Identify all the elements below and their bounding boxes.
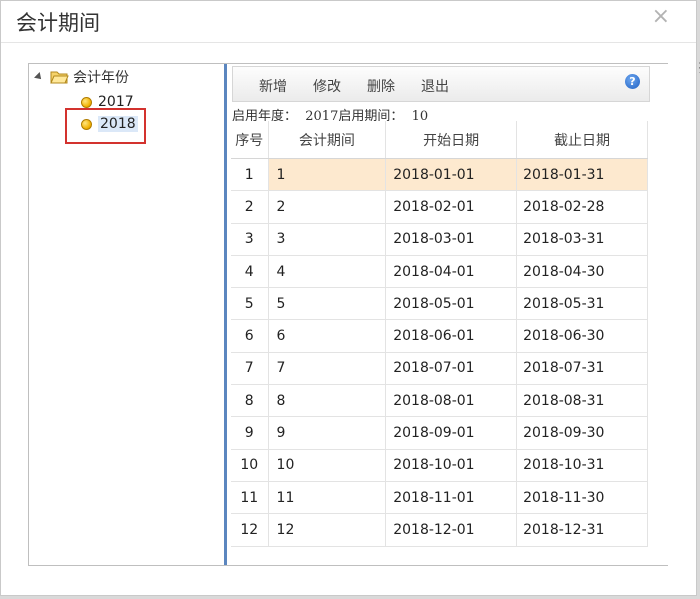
help-icon[interactable]: ? <box>625 74 640 89</box>
column-header-start-date[interactable]: 开始日期 <box>385 121 518 159</box>
cell-no: 4 <box>231 255 269 289</box>
cell-period: 8 <box>268 384 387 418</box>
cell-end-date: 2018-10-31 <box>516 449 648 482</box>
table-row[interactable]: 1 1 2018-01-01 2018-01-31 <box>231 158 648 192</box>
table-row[interactable]: 9 9 2018-09-01 2018-09-30 <box>231 416 648 450</box>
edit-button[interactable]: 修改 <box>313 76 341 96</box>
table-row[interactable]: 6 6 2018-06-01 2018-06-30 <box>231 319 648 353</box>
cell-no: 5 <box>231 287 269 321</box>
cell-period: 7 <box>268 352 387 386</box>
tree-item-2017[interactable]: 2017 <box>81 92 134 112</box>
table-row[interactable]: 3 3 2018-03-01 2018-03-31 <box>231 223 648 256</box>
cell-start-date: 2018-06-01 <box>385 319 518 353</box>
add-button[interactable]: 新增 <box>259 76 287 96</box>
cell-end-date: 2018-01-31 <box>516 158 648 192</box>
cell-start-date: 2018-12-01 <box>385 513 518 547</box>
column-header-period[interactable]: 会计期间 <box>268 121 387 159</box>
table-row[interactable]: 4 4 2018-04-01 2018-04-30 <box>231 255 648 289</box>
period-content: 新增 修改 删除 退出 ? 启用年度： 2017启用期间： 10 序号 会计期间… <box>227 64 668 565</box>
toolbar: 新增 修改 删除 退出 ? <box>232 66 650 102</box>
tree-item-label: 2018 <box>98 116 138 132</box>
cell-end-date: 2018-07-31 <box>516 352 648 386</box>
cell-period: 11 <box>268 481 387 515</box>
cell-end-date: 2018-04-30 <box>516 255 648 289</box>
cell-period: 9 <box>268 416 387 450</box>
table-row[interactable]: 2 2 2018-02-01 2018-02-28 <box>231 190 648 224</box>
cell-period: 2 <box>268 190 387 224</box>
column-header-end-date[interactable]: 截止日期 <box>516 121 648 159</box>
tree-item-label: 2017 <box>98 94 134 110</box>
cell-no: 1 <box>231 158 269 192</box>
dialog-title: 会计期间 <box>16 11 100 35</box>
cell-end-date: 2018-11-30 <box>516 481 648 515</box>
close-button[interactable]: × <box>652 6 670 28</box>
cell-period: 1 <box>268 158 387 192</box>
folder-open-icon <box>50 71 69 84</box>
accounting-period-dialog: 会计期间 × 会计年份 2017 2018 新增 修改 删除 退出 ? 启用年度… <box>0 0 700 596</box>
cell-period: 12 <box>268 513 387 547</box>
table-row[interactable]: 11 11 2018-11-01 2018-11-30 <box>231 481 648 515</box>
column-header-no[interactable]: 序号 <box>231 121 269 159</box>
cell-no: 9 <box>231 416 269 450</box>
cell-period: 5 <box>268 287 387 321</box>
cell-period: 4 <box>268 255 387 289</box>
exit-button[interactable]: 退出 <box>421 76 449 96</box>
cell-end-date: 2018-03-31 <box>516 223 648 256</box>
table-row[interactable]: 8 8 2018-08-01 2018-08-31 <box>231 384 648 418</box>
coin-icon <box>81 96 92 108</box>
cell-start-date: 2018-04-01 <box>385 255 518 289</box>
tree-root-fiscal-year[interactable]: 会计年份 <box>34 67 129 87</box>
cell-start-date: 2018-09-01 <box>385 416 518 450</box>
table-row[interactable]: 10 10 2018-10-01 2018-10-31 <box>231 449 648 482</box>
period-table: 序号 会计期间 开始日期 截止日期 1 1 2018-01-01 2018-01-31… <box>231 121 648 547</box>
cell-no: 12 <box>231 513 269 547</box>
coin-icon <box>81 118 92 130</box>
cell-no: 6 <box>231 319 269 353</box>
cell-start-date: 2018-07-01 <box>385 352 518 386</box>
table-row[interactable]: 7 7 2018-07-01 2018-07-31 <box>231 352 648 386</box>
cell-no: 7 <box>231 352 269 386</box>
cell-no: 11 <box>231 481 269 515</box>
cell-start-date: 2018-01-01 <box>385 158 518 192</box>
cell-end-date: 2018-05-31 <box>516 287 648 321</box>
table-row[interactable]: 12 12 2018-12-01 2018-12-31 <box>231 513 648 547</box>
dialog-header: 会计期间 × <box>1 1 696 43</box>
table-row[interactable]: 5 5 2018-05-01 2018-05-31 <box>231 287 648 321</box>
cell-end-date: 2018-09-30 <box>516 416 648 450</box>
cell-period: 6 <box>268 319 387 353</box>
cell-no: 8 <box>231 384 269 418</box>
collapse-arrow-icon[interactable] <box>34 72 44 82</box>
cell-period: 3 <box>268 223 387 256</box>
cell-no: 2 <box>231 190 269 224</box>
cell-end-date: 2018-12-31 <box>516 513 648 547</box>
cell-period: 10 <box>268 449 387 482</box>
tree-root-label: 会计年份 <box>73 70 129 86</box>
year-tree: 会计年份 2017 2018 <box>29 64 224 565</box>
cell-start-date: 2018-02-01 <box>385 190 518 224</box>
cell-start-date: 2018-05-01 <box>385 287 518 321</box>
tree-item-2018[interactable]: 2018 <box>81 114 138 134</box>
cell-start-date: 2018-10-01 <box>385 449 518 482</box>
table-header-row: 序号 会计期间 开始日期 截止日期 <box>231 121 648 159</box>
cell-start-date: 2018-03-01 <box>385 223 518 256</box>
main-panel: 会计年份 2017 2018 新增 修改 删除 退出 ? 启用年度： 2017启… <box>28 63 668 566</box>
cell-start-date: 2018-11-01 <box>385 481 518 515</box>
table-body: 1 1 2018-01-01 2018-01-31 2 2 2018-02-01 2018-0… <box>231 158 648 547</box>
cell-no: 10 <box>231 449 269 482</box>
cell-no: 3 <box>231 223 269 256</box>
cell-end-date: 2018-06-30 <box>516 319 648 353</box>
cell-end-date: 2018-08-31 <box>516 384 648 418</box>
cell-start-date: 2018-08-01 <box>385 384 518 418</box>
delete-button[interactable]: 删除 <box>367 76 395 96</box>
cell-end-date: 2018-02-28 <box>516 190 648 224</box>
